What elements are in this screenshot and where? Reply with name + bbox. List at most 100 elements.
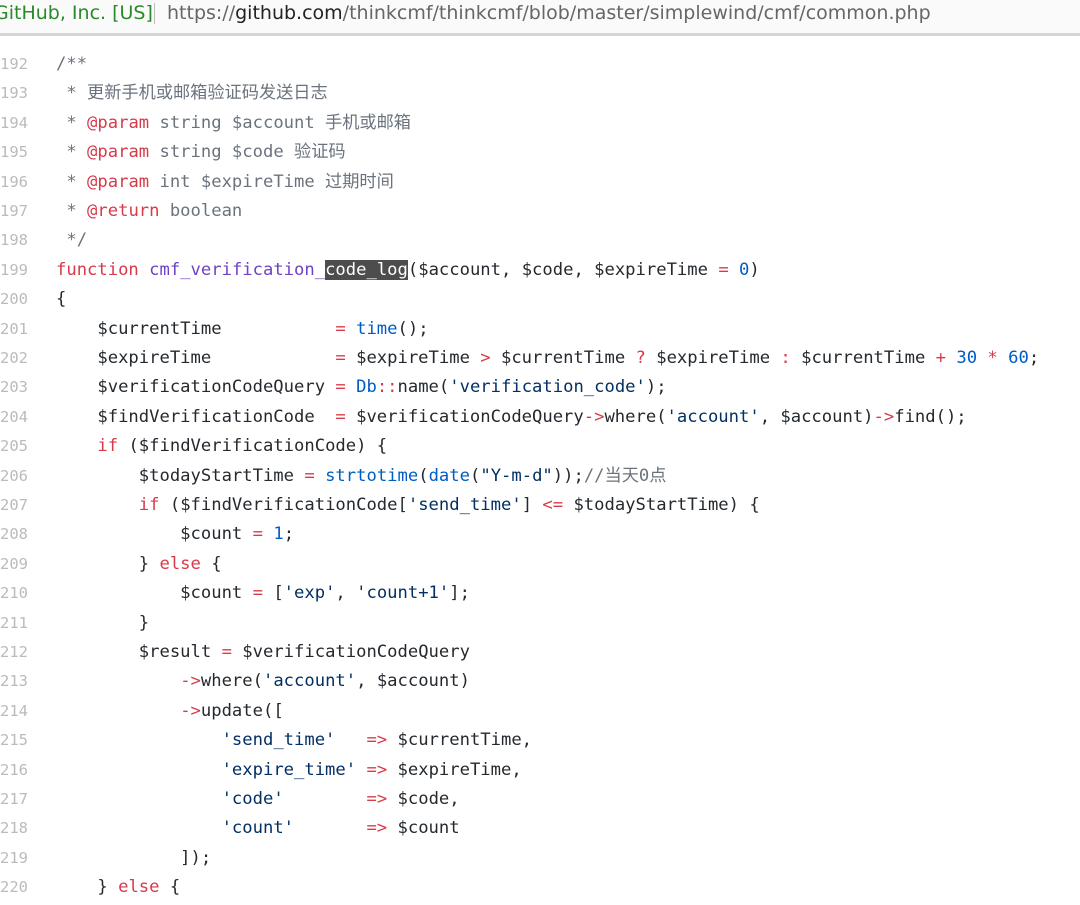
line-number[interactable]: 220 [0, 873, 28, 902]
code-view[interactable]: 192/** 193 * 更新手机或邮箱验证码发送日志 194 * @param s… [0, 35, 1080, 905]
code-token: else [118, 877, 160, 898]
line-number[interactable]: 200 [0, 285, 28, 314]
line-number[interactable]: 205 [0, 432, 28, 461]
code-line: 201 $currentTime = time(); [0, 315, 1080, 344]
code-token: [ [262, 583, 284, 604]
line-number[interactable]: 206 [0, 462, 28, 491]
line-number[interactable]: 209 [0, 550, 28, 579]
line-number[interactable]: 192 [0, 50, 28, 79]
line-number[interactable]: 202 [0, 344, 28, 373]
code-text: /** [56, 50, 87, 79]
code-line: 219 ]); [0, 844, 1080, 873]
line-number[interactable]: 208 [0, 520, 28, 549]
line-number[interactable]: 201 [0, 315, 28, 344]
code-token: $verificationCodeQuery [56, 377, 336, 398]
code-token: = [335, 348, 346, 368]
line-number[interactable]: 204 [0, 403, 28, 432]
code-token: $verificationCodeQuery [231, 642, 470, 662]
line-number[interactable]: 217 [0, 785, 28, 814]
code-token: 'count+1' [356, 583, 450, 604]
line-number[interactable]: 198 [0, 226, 28, 255]
code-token: => [366, 818, 388, 839]
code-token: > [480, 348, 491, 368]
code-text: $verificationCodeQuery = Db::name('verif… [56, 373, 666, 402]
line-number[interactable]: 214 [0, 697, 28, 726]
line-number[interactable]: 194 [0, 109, 28, 138]
line-number[interactable]: 207 [0, 491, 28, 520]
site-identity-label[interactable]: GitHub, Inc. [US] [0, 0, 153, 26]
code-text: 'code' => $code, [56, 785, 460, 814]
code-text: $count = 1; [56, 520, 294, 549]
code-token: if [138, 495, 160, 515]
code-line: 210 $count = ['exp', 'count+1']; [0, 579, 1080, 608]
code-line: 214 ->update([ [0, 697, 1080, 726]
code-token: find(); [894, 406, 967, 427]
code-token: string $code 验证码 [149, 142, 346, 163]
line-number[interactable]: 193 [0, 79, 28, 108]
code-token: $result [56, 642, 222, 662]
line-number[interactable]: 219 [0, 844, 28, 873]
code-text: } else { [56, 873, 180, 902]
code-token: -> [873, 406, 895, 427]
code-token: $currentTime [490, 348, 636, 368]
code-line: 199 function cmf_verification_code_log($a… [0, 256, 1080, 285]
code-token: @param [87, 112, 150, 133]
code-token: ($findVerificationCode) { [118, 436, 388, 457]
code-token: 'account' [262, 671, 357, 692]
code-token: 'code' [221, 789, 284, 809]
code-token: * [56, 142, 88, 163]
code-line: 202 $expireTime = $expireTime > $current… [0, 344, 1080, 373]
code-line: 204 $findVerificationCode = $verificatio… [0, 403, 1080, 432]
line-number[interactable]: 212 [0, 638, 28, 667]
line-number[interactable]: 199 [0, 256, 28, 285]
line-number[interactable]: 218 [0, 814, 28, 843]
code-text: 'expire_time' => $expireTime, [56, 756, 522, 785]
code-token: ]); [56, 847, 212, 868]
code-token: * 更新手机或邮箱验证码发送日志 [56, 83, 328, 104]
code-token: + [935, 348, 946, 368]
code-token: ) [749, 259, 760, 280]
code-token: -> [583, 406, 605, 427]
code-token: 'count' [221, 818, 295, 839]
code-token: <= [542, 495, 564, 515]
code-line: 193 * 更新手机或邮箱验证码发送日志 [0, 79, 1080, 108]
code-text: * @param int $expireTime 过期时间 [56, 168, 393, 197]
code-line: 213 ->where('account', $account) [0, 667, 1080, 696]
line-number[interactable]: 197 [0, 197, 28, 226]
code-token: date [428, 465, 470, 486]
code-text: { [56, 285, 66, 314]
line-number[interactable]: 196 [0, 168, 28, 197]
code-text: $count = ['exp', 'count+1']; [56, 579, 470, 608]
code-token: ? [635, 348, 646, 368]
line-number[interactable]: 203 [0, 373, 28, 402]
address-bar[interactable]: GitHub, Inc. [US] https://github.com/thi… [0, 0, 1080, 36]
url-path: /thinkcmf/thinkcmf/blob/master/simplewin… [342, 2, 931, 24]
line-number[interactable]: 211 [0, 609, 28, 638]
line-number[interactable]: 195 [0, 138, 28, 167]
code-text: $findVerificationCode = $verificationCod… [56, 403, 967, 432]
code-text: if ($findVerificationCode['send_time'] <… [56, 491, 760, 520]
line-number[interactable]: 210 [0, 579, 28, 608]
code-token: * [56, 112, 88, 133]
code-text: $expireTime = $expireTime > $currentTime… [56, 344, 1039, 373]
line-number[interactable]: 215 [0, 726, 28, 755]
code-token: * [56, 171, 88, 192]
url-text[interactable]: https://github.com/thinkcmf/thinkcmf/blo… [167, 0, 931, 26]
code-token: //当天0点 [583, 465, 667, 486]
code-token: $count [56, 524, 253, 545]
line-number[interactable]: 216 [0, 756, 28, 785]
code-token: = [335, 318, 346, 339]
code-token: } [56, 877, 119, 898]
code-token: = [252, 583, 263, 604]
code-token: where( [200, 671, 263, 692]
line-number[interactable]: 213 [0, 667, 28, 696]
code-token: => [366, 789, 388, 809]
code-token: $code, [387, 789, 460, 809]
